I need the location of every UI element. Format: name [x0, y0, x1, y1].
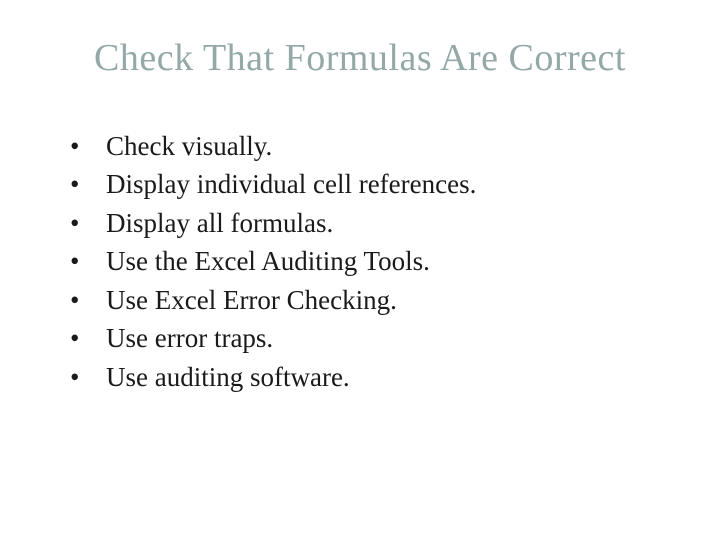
list-item: Display individual cell references. — [70, 166, 670, 202]
bullet-list: Check visually. Display individual cell … — [50, 128, 670, 395]
list-item: Use auditing software. — [70, 359, 670, 395]
list-item: Use Excel Error Checking. — [70, 282, 670, 318]
list-item: Use the Excel Auditing Tools. — [70, 243, 670, 279]
list-item: Check visually. — [70, 128, 670, 164]
list-item: Display all formulas. — [70, 205, 670, 241]
slide-title: Check That Formulas Are Correct — [50, 36, 670, 80]
list-item: Use error traps. — [70, 320, 670, 356]
